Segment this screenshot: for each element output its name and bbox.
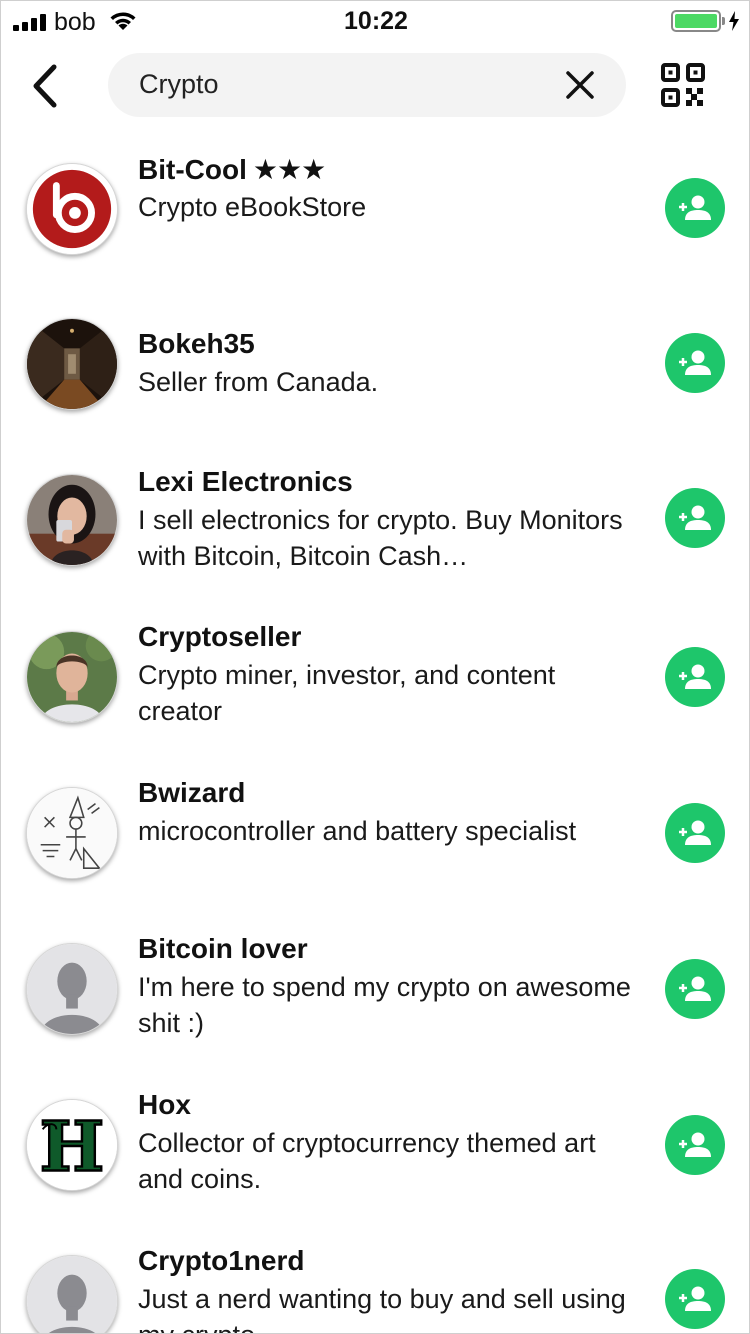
rating-stars: ★★★ [252, 154, 326, 185]
list-item[interactable]: Lexi Electronics I sell electronics for … [1, 466, 749, 616]
avatar[interactable]: H [26, 1099, 118, 1191]
list-item[interactable]: Bokeh35 Seller from Canada. [1, 316, 749, 466]
add-person-icon [679, 350, 711, 375]
add-person-icon [679, 1132, 711, 1157]
hallway-photo-icon [27, 319, 117, 409]
status-bar: bob 10:22 [1, 1, 749, 41]
list-item[interactable]: Cryptoseller Crypto miner, investor, and… [1, 621, 749, 771]
battery-cap [722, 17, 725, 25]
add-contact-button[interactable] [665, 647, 725, 707]
list-item[interactable]: Bit-Cool ★★★ Crypto eBookStore [1, 151, 749, 301]
avatar[interactable] [26, 787, 118, 879]
result-name-text: Bokeh35 [138, 328, 255, 359]
result-name-text: Bitcoin lover [138, 933, 308, 964]
add-person-icon [679, 664, 711, 689]
result-name-text: Cryptoseller [138, 621, 302, 652]
app-screen: bob 10:22 Crypto Bit-Cool ★★★ Crypto eBo… [0, 0, 750, 1334]
avatar[interactable] [26, 943, 118, 1035]
result-name: Bitcoin lover [138, 933, 308, 965]
list-item[interactable]: Crypto1nerd Just a nerd wanting to buy a… [1, 1245, 749, 1333]
result-name: Bokeh35 [138, 328, 255, 360]
result-description: I'm here to spend my crypto on awesome s… [138, 972, 631, 1038]
chevron-left-icon [33, 64, 57, 108]
result-description: Just a nerd wanting to buy and sell usin… [138, 1284, 626, 1333]
result-description: Crypto eBookStore [138, 192, 367, 222]
add-person-icon [679, 820, 711, 845]
add-person-icon [679, 505, 711, 530]
result-description: Collector of cryptocurrency themed art a… [138, 1128, 596, 1194]
add-person-icon [679, 1286, 711, 1311]
result-name-text: Hox [138, 1089, 191, 1120]
svg-text:H: H [40, 1107, 105, 1187]
result-description: I sell electronics for crypto. Buy Monit… [138, 505, 623, 571]
default-user-silhouette-icon [27, 1256, 117, 1333]
avatar[interactable] [26, 163, 118, 255]
wizard-sketch-icon [27, 788, 117, 878]
list-item[interactable]: H Hox Collector of cryptocurrency themed… [1, 1089, 749, 1239]
add-contact-button[interactable] [665, 959, 725, 1019]
search-input[interactable]: Crypto [139, 69, 219, 100]
clear-search-button[interactable] [562, 67, 598, 103]
add-contact-button[interactable] [665, 1115, 725, 1175]
avatar[interactable] [26, 1255, 118, 1333]
clock: 10:22 [344, 7, 408, 35]
result-name: Bit-Cool ★★★ [138, 153, 326, 186]
bit-cool-logo-icon [27, 164, 117, 254]
list-item[interactable]: Bwizard microcontroller and battery spec… [1, 777, 749, 927]
result-name-text: Bwizard [138, 777, 246, 808]
woman-selfie-photo-icon [27, 475, 117, 565]
avatar[interactable] [26, 318, 118, 410]
result-name-text: Bit-Cool [138, 154, 247, 185]
battery-icon [671, 10, 721, 32]
qr-code-icon[interactable] [661, 63, 705, 107]
avatar[interactable] [26, 631, 118, 723]
result-name: Cryptoseller [138, 621, 301, 653]
result-name: Lexi Electronics [138, 466, 353, 498]
result-name-text: Crypto1nerd [138, 1245, 305, 1276]
result-name-text: Lexi Electronics [138, 466, 353, 497]
avatar[interactable] [26, 474, 118, 566]
add-contact-button[interactable] [665, 178, 725, 238]
default-user-silhouette-icon [27, 944, 117, 1034]
list-item[interactable]: Bitcoin lover I'm here to spend my crypt… [1, 933, 749, 1083]
search-field[interactable]: Crypto [108, 53, 626, 117]
add-person-icon [679, 195, 711, 220]
add-person-icon [679, 976, 711, 1001]
result-name: Bwizard [138, 777, 245, 809]
result-name: Crypto1nerd [138, 1245, 304, 1277]
add-contact-button[interactable] [665, 488, 725, 548]
man-portrait-photo-icon [27, 632, 117, 722]
result-description: Seller from Canada. [138, 367, 379, 397]
result-description: microcontroller and battery specialist [138, 816, 577, 846]
result-description: Crypto miner, investor, and content crea… [138, 660, 556, 726]
back-button[interactable] [25, 61, 65, 111]
charging-bolt-icon [729, 11, 739, 31]
add-contact-button[interactable] [665, 803, 725, 863]
add-contact-button[interactable] [665, 333, 725, 393]
gothic-h-logo-icon: H [27, 1100, 117, 1190]
result-name: Hox [138, 1089, 191, 1121]
add-contact-button[interactable] [665, 1269, 725, 1329]
